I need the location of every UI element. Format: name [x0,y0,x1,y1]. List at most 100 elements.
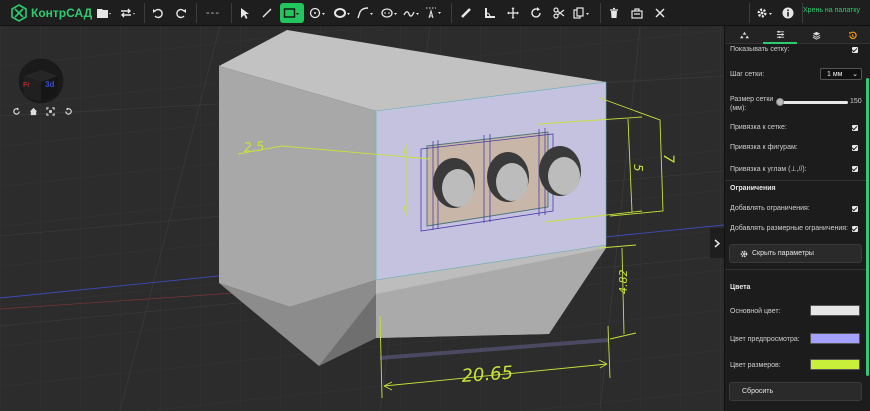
svg-text:Fr: Fr [23,82,30,89]
undo-icon [153,8,163,19]
angle-icon [485,8,495,18]
grid-step-select[interactable]: 1 мм ⌄ [820,68,862,80]
trash-icon [610,7,618,18]
settings-panel: Показывать сетку: Шаг сетки: 1 мм ⌄ Разм… [724,26,870,411]
add-dim-constraints-label: Добавлять размерные ограничения: [730,225,848,232]
delete-button[interactable] [606,3,622,23]
camera-icon [631,8,643,19]
cut-button[interactable] [551,3,567,23]
angle-button[interactable] [482,3,498,23]
home-icon [29,107,37,115]
sliders-icon [776,30,784,38]
ellipse-tool-button[interactable] [331,3,355,23]
move-button[interactable] [505,3,521,23]
curve-tool-button[interactable] [355,3,377,23]
gear-icon [740,250,748,257]
close-button[interactable] [652,3,668,23]
chevron-down-icon: ⌄ [852,71,858,78]
panel-scrollbar[interactable] [866,78,869,376]
text-tool-button[interactable] [423,3,445,23]
fit-icon [45,106,55,116]
circle-tool-button[interactable] [306,3,330,23]
ellipse-icon [334,8,350,18]
preview-color-swatch[interactable] [810,333,860,344]
line-style-button[interactable]: --- [202,3,224,23]
spline-icon [403,11,419,17]
hide-params-button[interactable]: Скрыть параметры [729,244,862,263]
swap-button[interactable] [117,3,139,23]
swap-icon [121,8,135,18]
grid-size-label: Размер сетки (мм): [730,96,774,112]
home-view-button[interactable] [26,104,40,118]
add-constraints-checkbox[interactable] [852,206,858,212]
line-icon [262,8,272,18]
collapse-panel-button[interactable] [710,228,724,258]
dim-color-swatch[interactable] [810,359,860,370]
tab-settings[interactable] [763,26,797,44]
scene-canvas: 2.5 5 7 4.82 20.65 [0,26,724,411]
text-icon [426,7,441,19]
app-logo: КонтрСАД [10,4,92,22]
constraints-title: Ограничения [730,185,776,192]
settings-button[interactable] [754,3,776,23]
reset-button[interactable]: Сбросить [729,382,862,401]
layers-icon [739,31,749,38]
pointer-icon [241,7,249,19]
hide-params-label: Скрыть параметры [752,250,814,257]
refresh-view-button[interactable] [9,104,23,118]
rotate-icon [531,7,541,18]
grid-size-slider-handle[interactable] [776,98,784,106]
grid-size-value: 150 [850,98,862,105]
viewport-3d[interactable]: 2.5 5 7 4.82 20.65 Fr 3d [0,26,724,411]
folder-icon [97,9,111,18]
view-cube-label: 3d [45,80,54,89]
dim-label-4-82: 4.82 [617,270,630,295]
colors-title: Цвета [730,284,751,291]
fit-view-button[interactable] [43,104,57,118]
scissors-icon [553,7,565,19]
rotate-button[interactable] [528,3,544,23]
dim-label-5: 5 [631,164,645,172]
project-mode-link[interactable]: Хрень на палатку [803,7,860,14]
ruler-button[interactable] [458,3,474,23]
snap-grid-label: Привязка к сетке: [730,124,787,131]
rectangle-icon [283,8,299,18]
show-grid-checkbox[interactable] [852,47,858,53]
tab-history[interactable] [835,26,869,44]
stack-icon [812,31,820,40]
redo-button[interactable] [173,3,189,23]
history-icon [848,31,857,39]
rectangle-tool-button[interactable] [280,3,304,23]
info-button[interactable] [780,3,796,23]
show-grid-label: Показывать сетку: [730,46,790,53]
line-tool-button[interactable] [259,3,275,23]
tab-layers[interactable] [727,26,761,44]
undo-button[interactable] [150,3,166,23]
reset-view-button[interactable] [61,104,75,118]
info-icon [782,7,794,19]
curve-icon [357,7,373,19]
grid-size-slider[interactable] [777,101,848,104]
tab-stack[interactable] [799,26,833,44]
logo-icon [11,4,27,22]
spline-tool-button[interactable] [401,3,423,23]
snap-grid-checkbox[interactable] [852,125,858,131]
dim-label-2-5: 2.5 [243,140,265,156]
copy-button[interactable] [571,3,593,23]
snapshot-button[interactable] [629,3,645,23]
snap-angles-checkbox[interactable] [852,166,858,172]
snap-shapes-checkbox[interactable] [852,145,858,151]
add-dim-constraints-checkbox[interactable] [852,226,858,232]
chevron-right-icon [714,238,720,248]
move-icon [507,7,519,19]
circle-icon [309,7,325,19]
select-tool-button[interactable] [237,3,253,23]
add-constraints-label: Добавлять ограничения: [730,205,810,212]
ruler-icon [461,8,471,18]
settings-icon [757,8,772,18]
polygon-tool-button[interactable] [378,3,402,23]
view-cube[interactable]: Fr 3d [14,54,68,108]
main-color-swatch[interactable] [810,305,860,316]
open-file-button[interactable] [93,3,115,23]
reset-icon [64,106,72,115]
